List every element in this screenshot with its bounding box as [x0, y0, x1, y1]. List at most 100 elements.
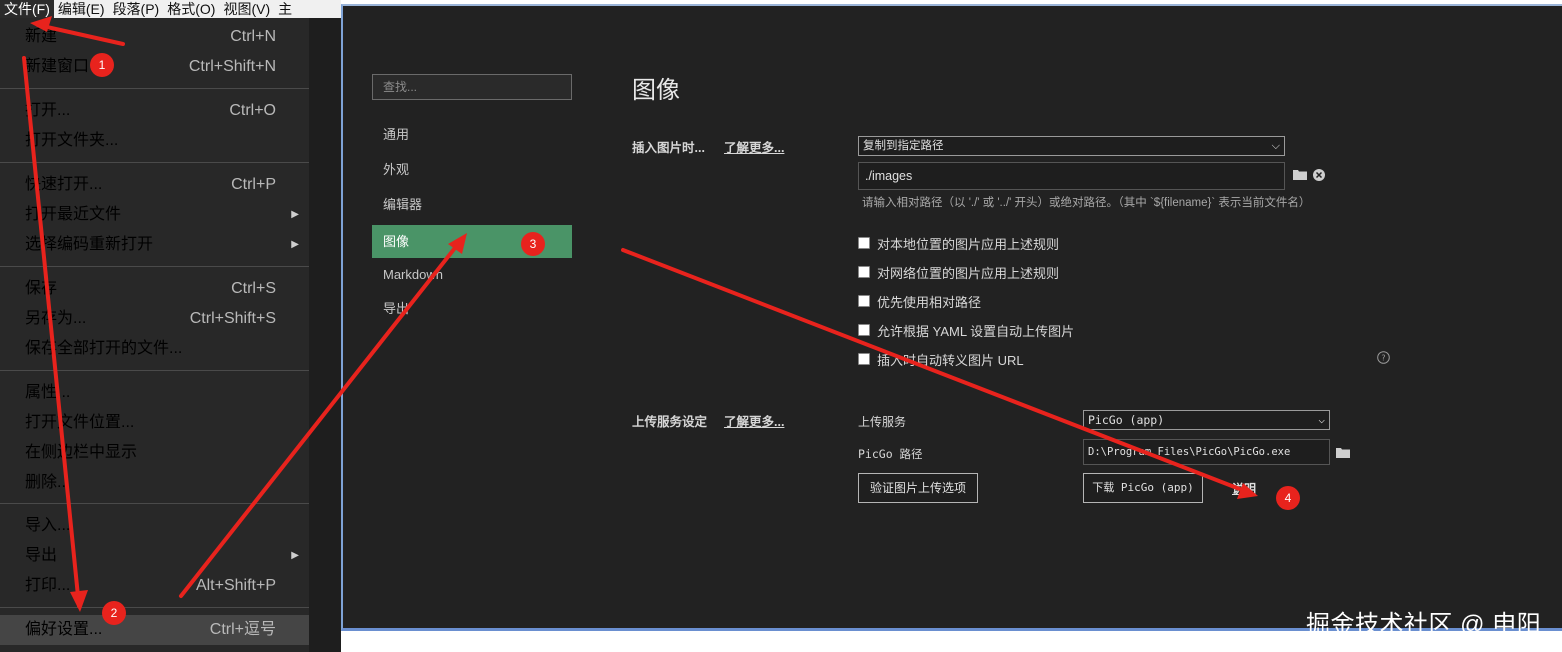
checkbox[interactable]: [858, 295, 870, 307]
menu-separator: [0, 503, 309, 504]
menu-separator: [0, 162, 309, 163]
menu-theme[interactable]: 主: [274, 0, 296, 18]
menu-item-properties[interactable]: 属性...: [0, 378, 309, 408]
image-path-input[interactable]: ./images: [858, 162, 1285, 190]
menu-item-label: 属性...: [25, 384, 71, 401]
menu-item-preferences[interactable]: 偏好设置... Ctrl+逗号: [0, 615, 309, 645]
learn-more-link[interactable]: 了解更多...: [724, 137, 784, 156]
menu-item-open[interactable]: 打开... Ctrl+O: [0, 96, 309, 126]
search-input[interactable]: 查找...: [372, 74, 572, 100]
checkbox[interactable]: [858, 237, 870, 249]
menu-separator: [0, 370, 309, 371]
option-escape-url[interactable]: 插入时自动转义图片 URL: [858, 350, 1024, 368]
learn-more-link[interactable]: 了解更多...: [724, 411, 784, 430]
menu-item-label: 保存: [25, 280, 58, 297]
menu-shadow-strip: [309, 18, 341, 652]
insert-action-select[interactable]: 复制到指定路径 ⌵: [858, 136, 1285, 156]
menu-item-save[interactable]: 保存 Ctrl+S: [0, 274, 309, 304]
checkbox[interactable]: [858, 353, 870, 365]
menu-item-label: 打印...: [25, 577, 71, 594]
download-picgo-button[interactable]: 下载 PicGo (app): [1083, 473, 1203, 503]
menu-item-shortcut: Alt+Shift+P: [195, 577, 276, 594]
annotation-badge-2: 2: [102, 601, 126, 625]
menu-item-shortcut: Ctrl+Shift+N: [188, 58, 276, 75]
option-label: 对网络位置的图片应用上述规则: [877, 265, 1060, 281]
option-label: 允许根据 YAML 设置自动上传图片: [877, 323, 1075, 339]
nav-item-export[interactable]: 导出: [372, 292, 572, 325]
menu-item-label: 保存全部打开的文件...: [25, 340, 183, 357]
menu-format[interactable]: 格式(O): [163, 0, 219, 18]
upload-service-label: 上传服务: [858, 415, 907, 429]
menu-item-label: 另存为...: [25, 310, 87, 327]
menu-item-open-folder[interactable]: 打开文件夹...: [0, 126, 309, 156]
option-network-images[interactable]: 对网络位置的图片应用上述规则: [858, 263, 1059, 281]
menu-item-label: 在侧边栏中显示: [25, 444, 138, 461]
path-hint-text: 请输入相对路径（以 './' 或 '../' 开头）或绝对路径。（其中 `${f…: [862, 197, 1311, 209]
menu-item-new[interactable]: 新建 Ctrl+N: [0, 22, 309, 52]
menu-item-label: 导出: [25, 547, 58, 564]
submenu-arrow-icon: ▶: [291, 209, 299, 220]
nav-item-appearance[interactable]: 外观: [372, 153, 572, 186]
menu-item-label: 打开最近文件: [25, 206, 122, 223]
nav-item-general[interactable]: 通用: [372, 118, 572, 151]
menu-item-reveal-sidebar[interactable]: 在侧边栏中显示: [0, 438, 309, 468]
folder-icon[interactable]: [1293, 168, 1307, 183]
picgo-path-input[interactable]: D:\Program Files\PicGo\PicGo.exe: [1083, 439, 1330, 465]
clear-icon[interactable]: [1313, 169, 1325, 184]
menu-item-label: 导入...: [25, 517, 71, 534]
menu-item-delete[interactable]: 删除...: [0, 468, 309, 498]
menu-item-import[interactable]: 导入...: [0, 511, 309, 541]
menu-file[interactable]: 文件(F): [0, 0, 54, 18]
menu-item-quick-open[interactable]: 快速打开... Ctrl+P: [0, 170, 309, 200]
checkbox[interactable]: [858, 324, 870, 336]
menu-item-label: 选择编码重新打开: [25, 236, 154, 253]
menu-item-save-as[interactable]: 另存为... Ctrl+Shift+S: [0, 304, 309, 334]
upload-section-label: 上传服务设定: [632, 415, 708, 429]
menu-item-reopen-encoding[interactable]: 选择编码重新打开 ▶: [0, 230, 309, 260]
menu-item-new-window[interactable]: 新建窗口 Ctrl+Shift+N: [0, 52, 309, 82]
menu-item-open-location[interactable]: 打开文件位置...: [0, 408, 309, 438]
svg-text:?: ?: [1381, 354, 1385, 363]
select-value: PicGo (app): [1088, 413, 1165, 427]
option-yaml-upload[interactable]: 允许根据 YAML 设置自动上传图片: [858, 321, 1074, 339]
menu-item-open-recent[interactable]: 打开最近文件 ▶: [0, 200, 309, 230]
nav-item-markdown[interactable]: Markdown: [372, 258, 572, 291]
menu-item-label: 打开...: [25, 102, 71, 119]
menu-item-shortcut: Ctrl+逗号: [209, 621, 276, 638]
menu-separator: [0, 88, 309, 89]
menu-item-export[interactable]: 导出 ▶: [0, 541, 309, 571]
option-relative-path[interactable]: 优先使用相对路径: [858, 292, 981, 310]
annotation-badge-4: 4: [1276, 486, 1300, 510]
menu-item-label: 偏好设置...: [25, 621, 103, 638]
picgo-path-label: PicGo 路径: [858, 447, 923, 461]
menu-edit[interactable]: 编辑(E): [54, 0, 109, 18]
menu-item-label: 删除...: [25, 474, 71, 491]
annotation-badge-1: 1: [90, 53, 114, 77]
upload-service-select[interactable]: PicGo (app) ⌵: [1083, 410, 1330, 430]
menu-item-label: 新建: [25, 28, 58, 45]
help-icon[interactable]: ?: [1377, 351, 1390, 367]
menu-item-shortcut: Ctrl+Shift+S: [189, 310, 276, 327]
instructions-link[interactable]: 说明: [1232, 480, 1256, 497]
submenu-arrow-icon: ▶: [291, 239, 299, 250]
menu-paragraph[interactable]: 段落(P): [109, 0, 164, 18]
annotation-badge-3: 3: [521, 232, 545, 256]
chevron-down-icon: ⌵: [1271, 140, 1280, 152]
menu-item-label: 快速打开...: [25, 176, 103, 193]
menu-item-save-all[interactable]: 保存全部打开的文件...: [0, 334, 309, 364]
option-local-images[interactable]: 对本地位置的图片应用上述规则: [858, 234, 1059, 252]
folder-icon[interactable]: [1336, 446, 1350, 461]
option-label: 对本地位置的图片应用上述规则: [877, 236, 1060, 252]
select-value: 复制到指定路径: [863, 140, 944, 152]
verify-upload-button[interactable]: 验证图片上传选项: [858, 473, 978, 503]
submenu-arrow-icon: ▶: [291, 550, 299, 561]
menu-item-print[interactable]: 打印... Alt+Shift+P: [0, 571, 309, 601]
checkbox[interactable]: [858, 266, 870, 278]
nav-item-editor[interactable]: 编辑器: [372, 188, 572, 221]
menu-view[interactable]: 视图(V): [219, 0, 274, 18]
menu-item-shortcut: Ctrl+O: [229, 102, 276, 119]
menu-item-shortcut: Ctrl+S: [231, 280, 276, 297]
menu-item-shortcut: Ctrl+N: [230, 28, 276, 45]
chevron-down-icon: ⌵: [1318, 413, 1325, 426]
option-label: 插入时自动转义图片 URL: [877, 352, 1024, 368]
